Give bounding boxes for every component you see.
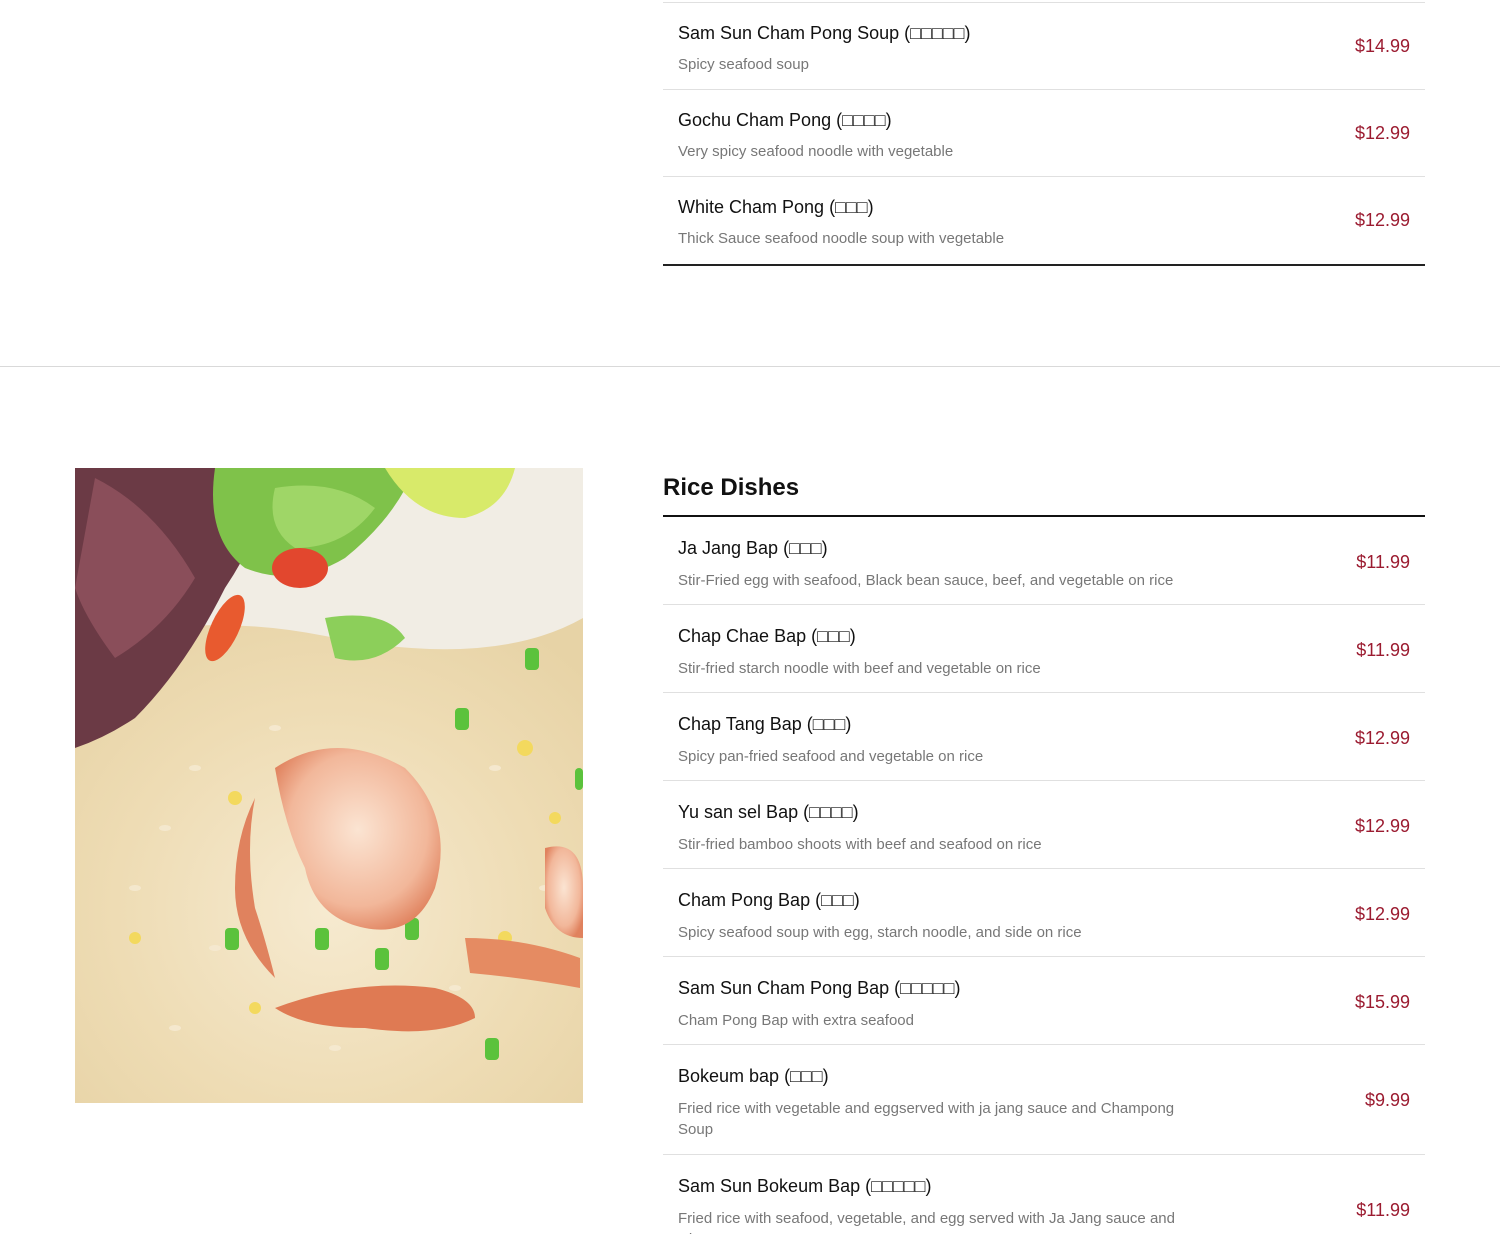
menu-page: Sam Sun Cham Pong Soup (□□□□□) Spicy sea…: [0, 0, 1500, 1234]
section-divider: [0, 366, 1500, 367]
menu-item: Chap Chae Bap (□□□) Stir-fried starch no…: [663, 605, 1425, 693]
menu-item-description: Stir-Fried egg with seafood, Black bean …: [678, 572, 1174, 589]
menu-item-price: $12.99: [1354, 904, 1410, 924]
section-title-rice-dishes: Rice Dishes: [663, 474, 800, 501]
rice-menu-list: Ja Jang Bap (□□□) Stir-Fried egg with se…: [663, 515, 1425, 1234]
menu-item: Bokeum bap (□□□) Fried rice with vegetab…: [663, 1045, 1425, 1155]
menu-item-price: $11.99: [1356, 1200, 1410, 1220]
menu-item-price: $12.99: [1354, 123, 1410, 143]
menu-item-price: $12.99: [1354, 816, 1410, 836]
menu-item-description: Thick Sauce seafood noodle soup with veg…: [678, 230, 1005, 247]
menu-item-price: $12.99: [1354, 728, 1410, 748]
menu-item-description: Cham Pong Bap with extra seafood: [678, 1012, 914, 1029]
menu-item: Yu san sel Bap (□□□□) Stir-fried bamboo …: [663, 781, 1425, 869]
menu-item-name: Gochu Cham Pong (□□□□): [678, 110, 892, 130]
menu-item-price: $12.99: [1354, 210, 1410, 230]
menu-item-price: $11.99: [1356, 640, 1410, 660]
menu-item-price: $15.99: [1354, 992, 1410, 1012]
fried-rice-photo: [75, 468, 583, 1103]
menu-item-name: Bokeum bap (□□□): [678, 1066, 829, 1086]
menu-item: Sam Sun Cham Pong Soup (□□□□□) Spicy sea…: [663, 3, 1425, 90]
menu-item-description: Very spicy seafood noodle with vegetable: [678, 143, 954, 160]
menu-item: Sam Sun Cham Pong Bap (□□□□□) Cham Pong …: [663, 957, 1425, 1045]
menu-item-price: $11.99: [1356, 552, 1410, 572]
menu-item-name: Ja Jang Bap (□□□): [678, 538, 828, 558]
menu-item-name: Yu san sel Bap (□□□□): [678, 802, 859, 822]
menu-item-name: Chap Chae Bap (□□□): [678, 626, 856, 646]
menu-item: Chap Tang Bap (□□□) Spicy pan-fried seaf…: [663, 693, 1425, 781]
menu-item-description: Spicy pan-fried seafood and vegetable on…: [678, 748, 984, 765]
menu-item-name: Cham Pong Bap (□□□): [678, 890, 860, 910]
menu-item: Gochu Cham Pong (□□□□) Very spicy seafoo…: [663, 90, 1425, 177]
menu-item-description: Stir-fried bamboo shoots with beef and s…: [678, 836, 1042, 853]
menu-item-name: Chap Tang Bap (□□□): [678, 714, 852, 734]
menu-item-name: Sam Sun Cham Pong Soup (□□□□□): [678, 23, 971, 43]
menu-item-description: Spicy seafood soup: [678, 56, 809, 73]
soup-menu-list: Sam Sun Cham Pong Soup (□□□□□) Spicy sea…: [663, 2, 1425, 266]
menu-item-description: Fried rice with vegetable and eggserved …: [678, 1100, 1175, 1138]
menu-item: White Cham Pong (□□□) Thick Sauce seafoo…: [663, 177, 1425, 264]
menu-item-price: $9.99: [1364, 1090, 1410, 1110]
menu-item-description: Spicy seafood soup with egg, starch nood…: [678, 924, 1082, 941]
menu-item: Cham Pong Bap (□□□) Spicy seafood soup w…: [663, 869, 1425, 957]
menu-item-name: Sam Sun Cham Pong Bap (□□□□□): [678, 978, 961, 998]
menu-item: Ja Jang Bap (□□□) Stir-Fried egg with se…: [663, 517, 1425, 605]
menu-item-name: White Cham Pong (□□□): [678, 197, 874, 217]
menu-item-name: Sam Sun Bokeum Bap (□□□□□): [678, 1176, 932, 1196]
menu-item-description: Fried rice with seafood, vegetable, and …: [678, 1210, 1175, 1234]
menu-item-price: $14.99: [1354, 36, 1410, 56]
menu-item-description: Stir-fried starch noodle with beef and v…: [678, 660, 1041, 677]
menu-item: Sam Sun Bokeum Bap (□□□□□) Fried rice wi…: [663, 1155, 1425, 1234]
